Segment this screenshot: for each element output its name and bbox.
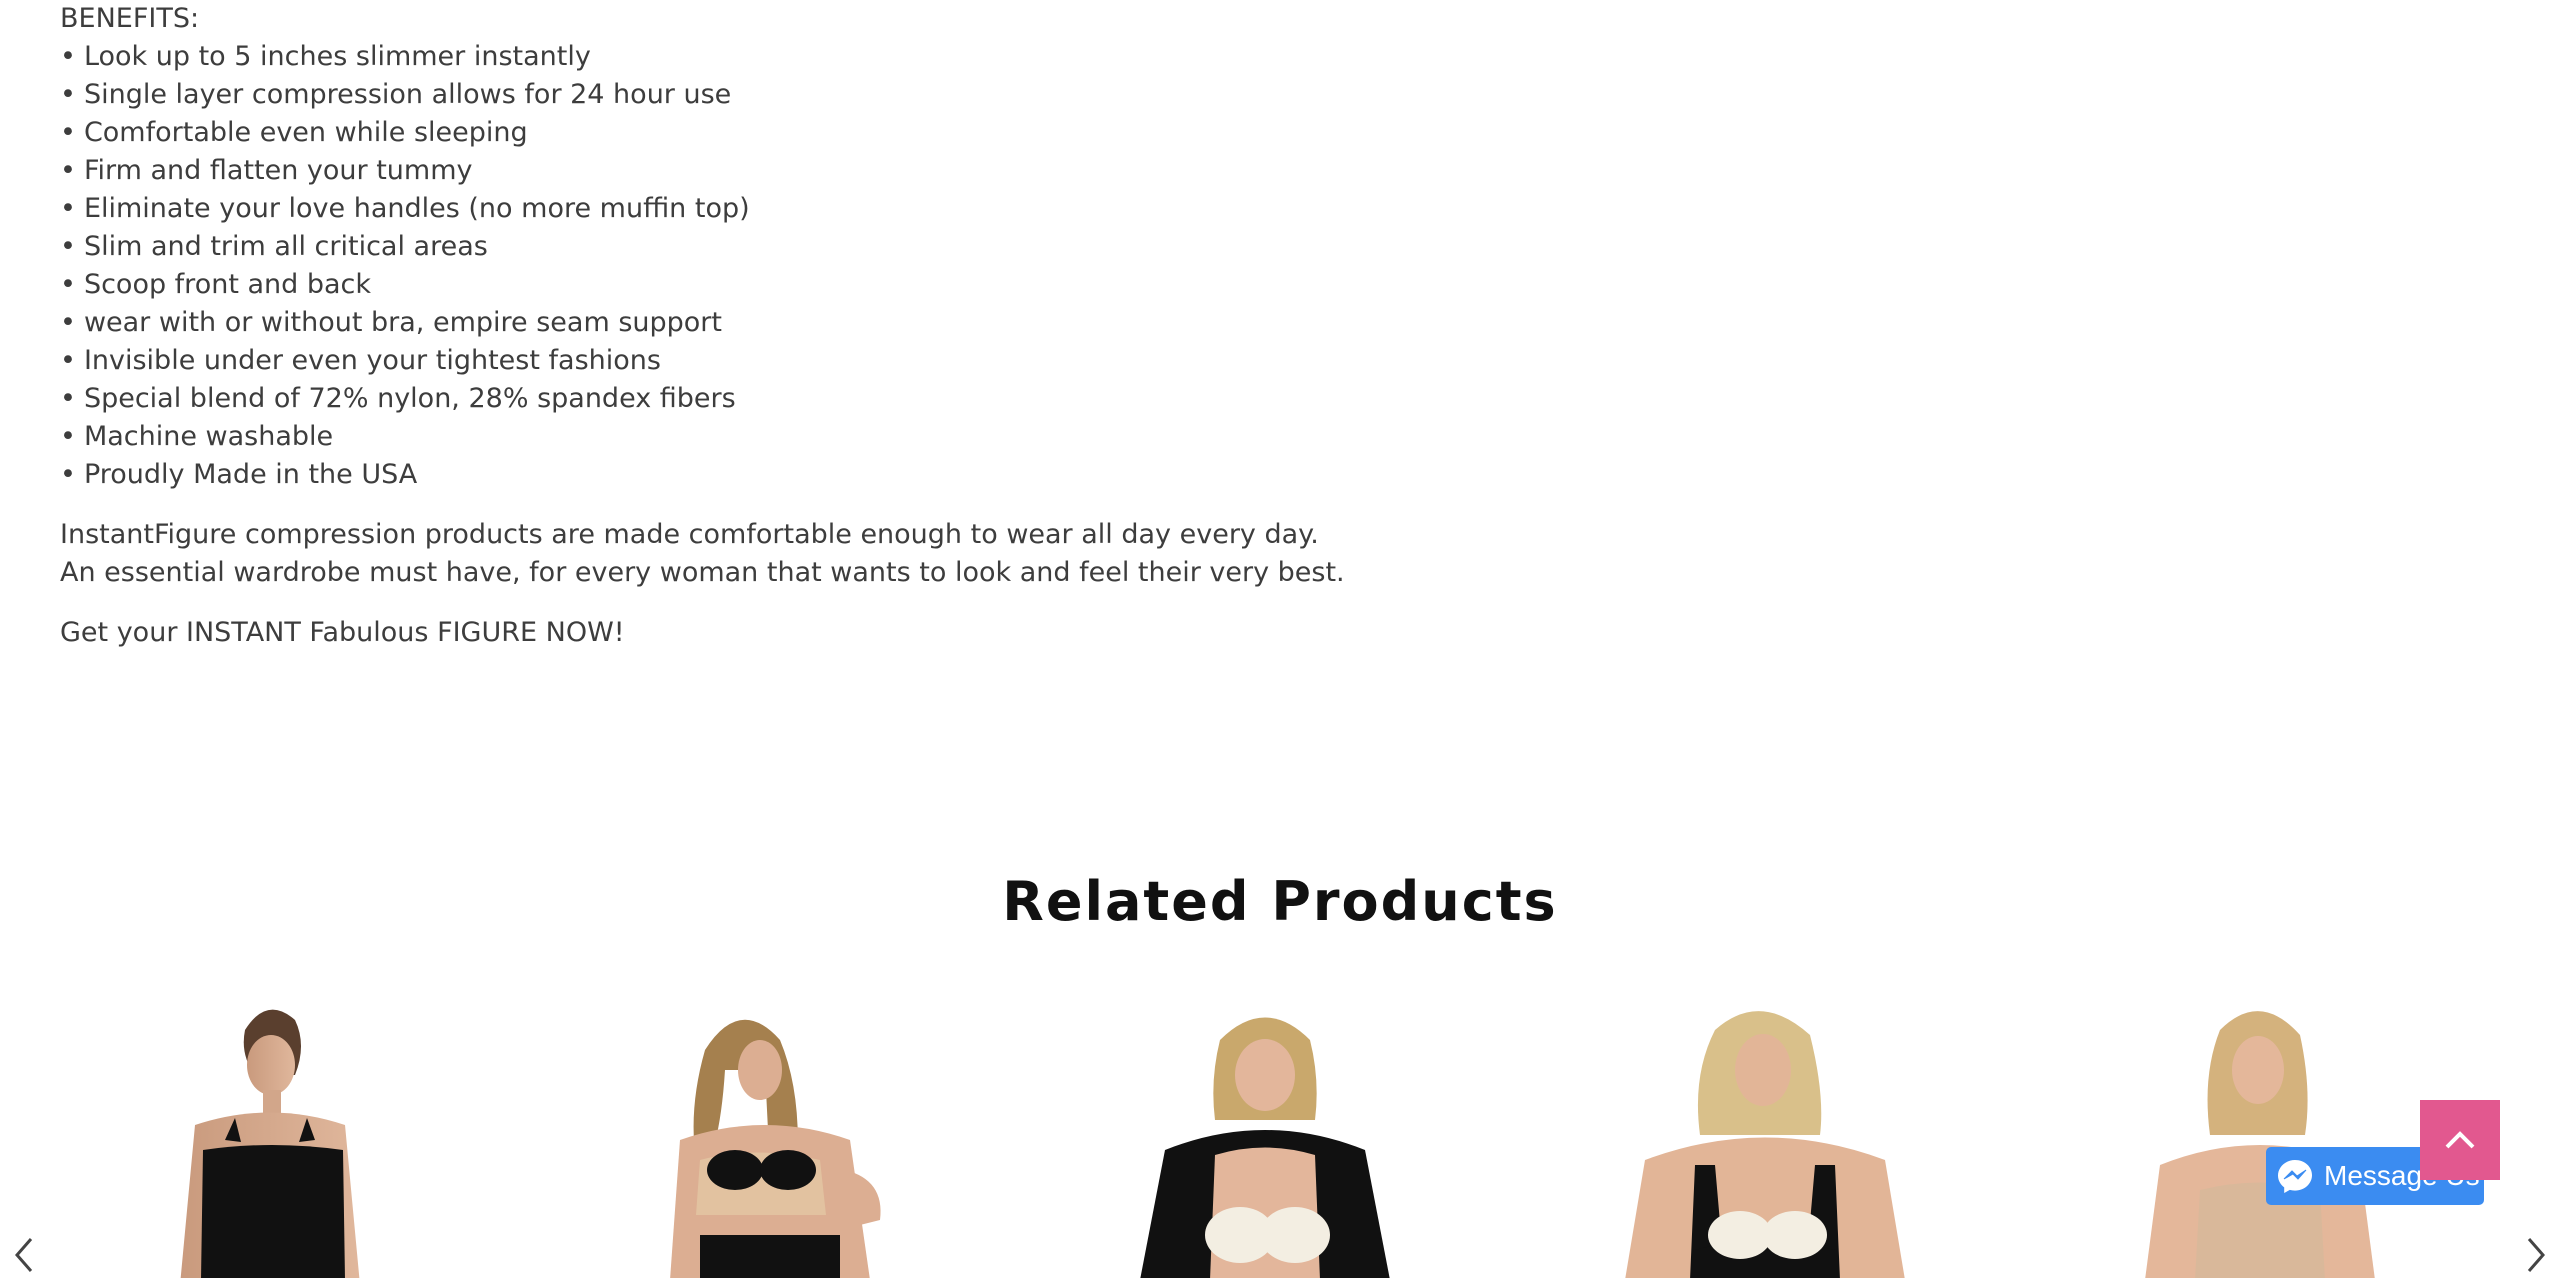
benefit-item: Look up to 5 inches slimmer instantly [60, 38, 1345, 76]
product-card[interactable] [2040, 990, 2480, 1278]
chevron-up-icon [2445, 1131, 2475, 1149]
product-image[interactable] [560, 990, 1000, 1278]
description-paragraph: InstantFigure compression products are m… [60, 516, 1345, 592]
product-card[interactable] [1545, 990, 1985, 1278]
product-image[interactable] [2040, 990, 2480, 1278]
benefit-item: Firm and flatten your tummy [60, 152, 1345, 190]
benefit-item: Special blend of 72% nylon, 28% spandex … [60, 380, 1345, 418]
back-to-top-button[interactable] [2420, 1100, 2500, 1180]
product-card[interactable] [1055, 990, 1495, 1278]
benefit-item: Eliminate your love handles (no more muf… [60, 190, 1345, 228]
benefit-item: Slim and trim all critical areas [60, 228, 1345, 266]
benefit-item: Comfortable even while sleeping [60, 114, 1345, 152]
messenger-icon [2276, 1157, 2314, 1195]
related-products-title: Related Products [1002, 870, 1558, 933]
product-image[interactable] [75, 990, 515, 1278]
carousel-next-button[interactable] [2516, 1232, 2556, 1278]
benefit-item: Invisible under even your tightest fashi… [60, 342, 1345, 380]
product-card[interactable] [75, 990, 515, 1278]
product-page: BENEFITS: Look up to 5 inches slimmer in… [0, 0, 2560, 1278]
benefits-list: Look up to 5 inches slimmer instantly Si… [60, 38, 1345, 494]
paragraph-line: InstantFigure compression products are m… [60, 519, 1319, 550]
product-image[interactable] [1545, 990, 1985, 1278]
benefit-item: Scoop front and back [60, 266, 1345, 304]
paragraph-line: An essential wardrobe must have, for eve… [60, 557, 1345, 588]
benefits-heading: BENEFITS: [60, 3, 200, 34]
benefit-item: Proudly Made in the USA [60, 456, 1345, 494]
related-products-carousel [0, 990, 2560, 1278]
cta-text: Get your INSTANT Fabulous FIGURE NOW! [60, 617, 625, 648]
chevron-left-icon [15, 1238, 33, 1272]
product-card[interactable] [560, 990, 1000, 1278]
product-description: BENEFITS: Look up to 5 inches slimmer in… [60, 0, 1345, 652]
benefit-item: wear with or without bra, empire seam su… [60, 304, 1345, 342]
benefit-item: Machine washable [60, 418, 1345, 456]
carousel-prev-button[interactable] [4, 1232, 44, 1278]
benefit-item: Single layer compression allows for 24 h… [60, 76, 1345, 114]
chevron-right-icon [2527, 1238, 2545, 1272]
product-image[interactable] [1055, 990, 1495, 1278]
